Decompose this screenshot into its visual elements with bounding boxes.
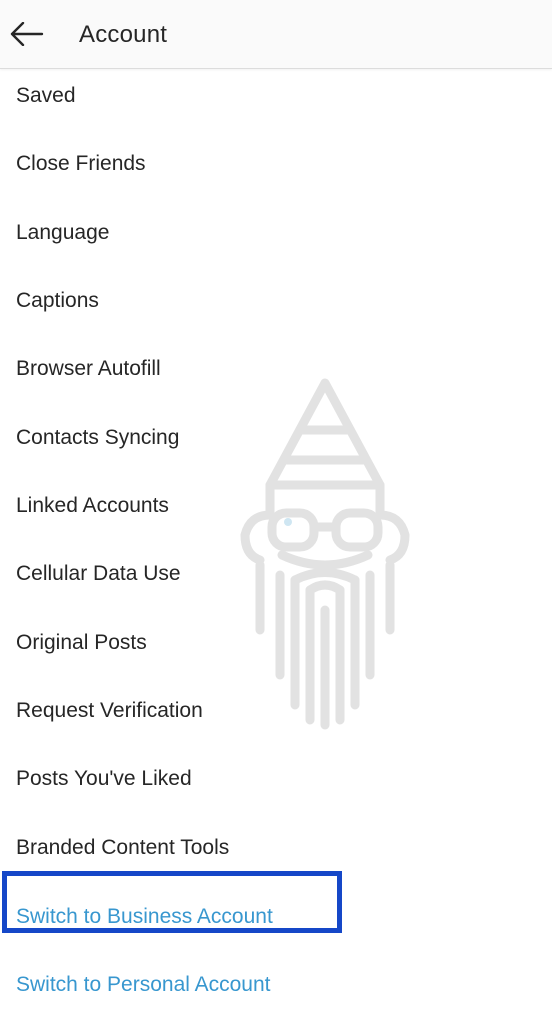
menu-item-label: Captions xyxy=(16,289,99,312)
menu-item-label: Posts You've Liked xyxy=(16,767,192,790)
menu-item-label: Cellular Data Use xyxy=(16,562,181,585)
switch-to-business-account-link[interactable]: Switch to Business Account xyxy=(0,889,552,949)
menu-item-request-verification[interactable]: Request Verification xyxy=(0,683,552,743)
menu-item-label: Branded Content Tools xyxy=(16,836,230,859)
back-arrow-icon xyxy=(10,22,44,46)
menu-item-label: Original Posts xyxy=(16,631,147,654)
menu-item-label: Linked Accounts xyxy=(16,494,169,517)
menu-item-contacts-syncing[interactable]: Contacts Syncing xyxy=(0,410,552,470)
menu-item-label: Request Verification xyxy=(16,699,203,722)
menu-item-original-posts[interactable]: Original Posts xyxy=(0,615,552,675)
top-app-bar: Account xyxy=(0,0,552,69)
menu-item-posts-youve-liked[interactable]: Posts You've Liked xyxy=(0,751,552,811)
account-settings-list: Saved Close Friends Language Captions Br… xyxy=(0,69,552,1024)
menu-item-cellular-data-use[interactable]: Cellular Data Use xyxy=(0,546,552,606)
menu-item-branded-content-tools[interactable]: Branded Content Tools xyxy=(0,820,552,880)
menu-item-label: Contacts Syncing xyxy=(16,426,180,449)
menu-item-browser-autofill[interactable]: Browser Autofill xyxy=(0,341,552,401)
menu-item-label: Language xyxy=(16,221,110,244)
menu-item-label: Switch to Personal Account xyxy=(16,973,271,996)
menu-item-label: Browser Autofill xyxy=(16,357,161,380)
menu-item-label: Close Friends xyxy=(16,152,146,175)
menu-item-linked-accounts[interactable]: Linked Accounts xyxy=(0,478,552,538)
menu-item-captions[interactable]: Captions xyxy=(0,273,552,333)
menu-item-language[interactable]: Language xyxy=(0,205,552,265)
menu-item-label: Saved xyxy=(16,84,76,107)
page-title: Account xyxy=(79,21,168,48)
switch-to-personal-account-link[interactable]: Switch to Personal Account xyxy=(0,957,552,1017)
menu-item-saved[interactable]: Saved xyxy=(0,69,552,128)
back-button[interactable] xyxy=(4,14,48,54)
menu-item-close-friends[interactable]: Close Friends xyxy=(0,136,552,196)
menu-item-label: Switch to Business Account xyxy=(16,905,273,928)
